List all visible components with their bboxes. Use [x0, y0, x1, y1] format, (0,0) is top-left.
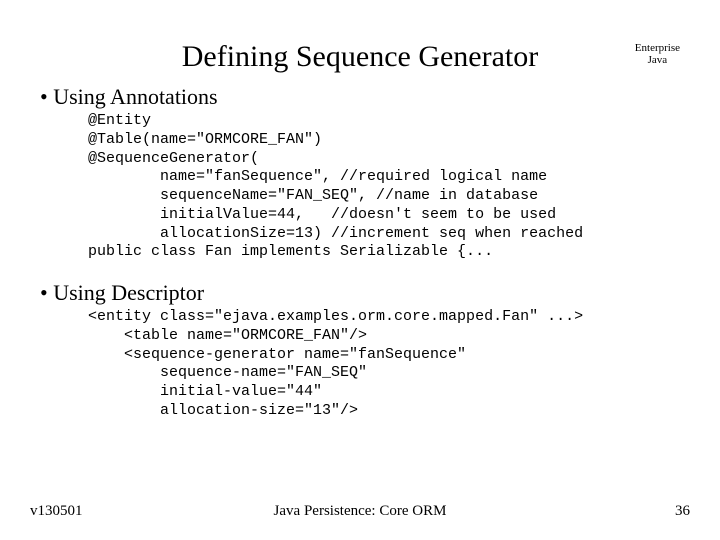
corner-line1: Enterprise	[635, 42, 680, 54]
bullet-annotations: Using Annotations	[40, 84, 690, 110]
slide-title: Defining Sequence Generator	[30, 40, 690, 74]
code-descriptor: <entity class="ejava.examples.orm.core.m…	[40, 308, 690, 421]
bullet-descriptor: Using Descriptor	[40, 280, 690, 306]
corner-label: Enterprise Java	[635, 42, 680, 66]
footer-title: Java Persistence: Core ORM	[274, 503, 447, 520]
slide-footer: v130501 Java Persistence: Core ORM 36	[30, 503, 690, 520]
slide-header: Defining Sequence Generator Enterprise J…	[30, 40, 690, 74]
corner-line2: Java	[635, 54, 680, 66]
footer-version: v130501	[30, 503, 83, 520]
code-annotations: @Entity @Table(name="ORMCORE_FAN") @Sequ…	[40, 112, 690, 262]
slide-content: Using Annotations @Entity @Table(name="O…	[30, 84, 690, 421]
footer-page: 36	[675, 503, 690, 520]
